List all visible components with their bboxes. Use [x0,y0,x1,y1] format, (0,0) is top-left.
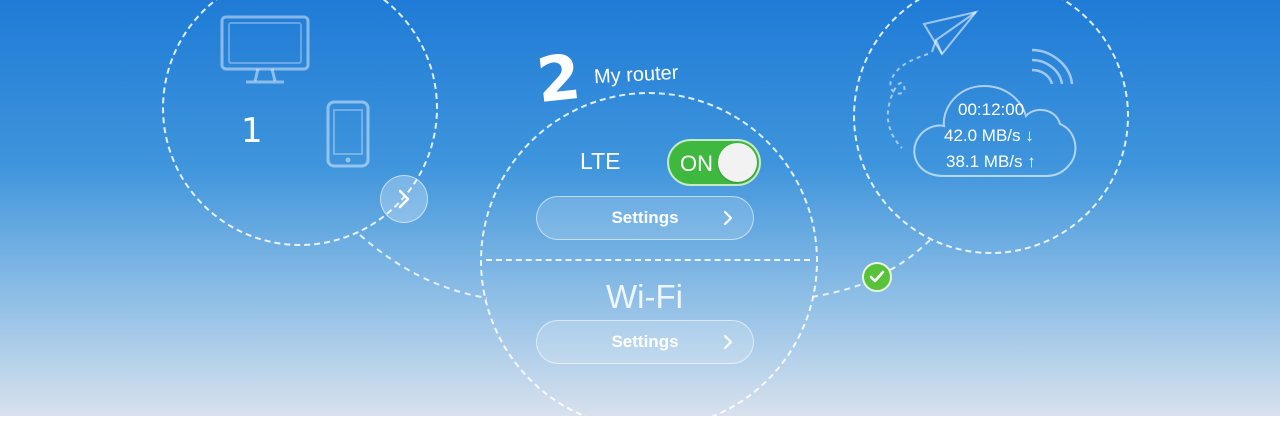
next-step-button[interactable] [380,175,428,223]
chevron-right-icon [398,189,410,209]
lte-settings-label: Settings [611,208,679,227]
step-number-2: 2 [533,39,584,118]
router-circle [480,92,818,430]
wifi-settings-button[interactable]: Settings [536,320,754,364]
lte-toggle-state: ON [680,151,713,176]
router-divider [486,259,810,261]
wifi-label: Wi-Fi [606,278,683,315]
step-number-1: 1 [241,111,263,151]
lte-toggle[interactable]: ON [667,139,761,186]
download-speed: 42.0 MB/s ↓ [944,126,1034,145]
connected-check [862,262,892,292]
checkmark-icon [869,270,885,283]
phone-icon [326,100,370,168]
chevron-right-icon [724,211,732,225]
router-title: My router [593,61,679,89]
upload-speed: 38.1 MB/s ↑ [946,152,1036,171]
chevron-right-icon [724,335,732,349]
wifi-settings-label: Settings [611,332,679,351]
lte-settings-button[interactable]: Settings [536,196,754,240]
connected-time: 00:12:00 [958,100,1025,119]
monitor-icon [220,15,310,84]
lte-label: LTE [580,148,621,174]
toggle-knob [718,143,757,182]
